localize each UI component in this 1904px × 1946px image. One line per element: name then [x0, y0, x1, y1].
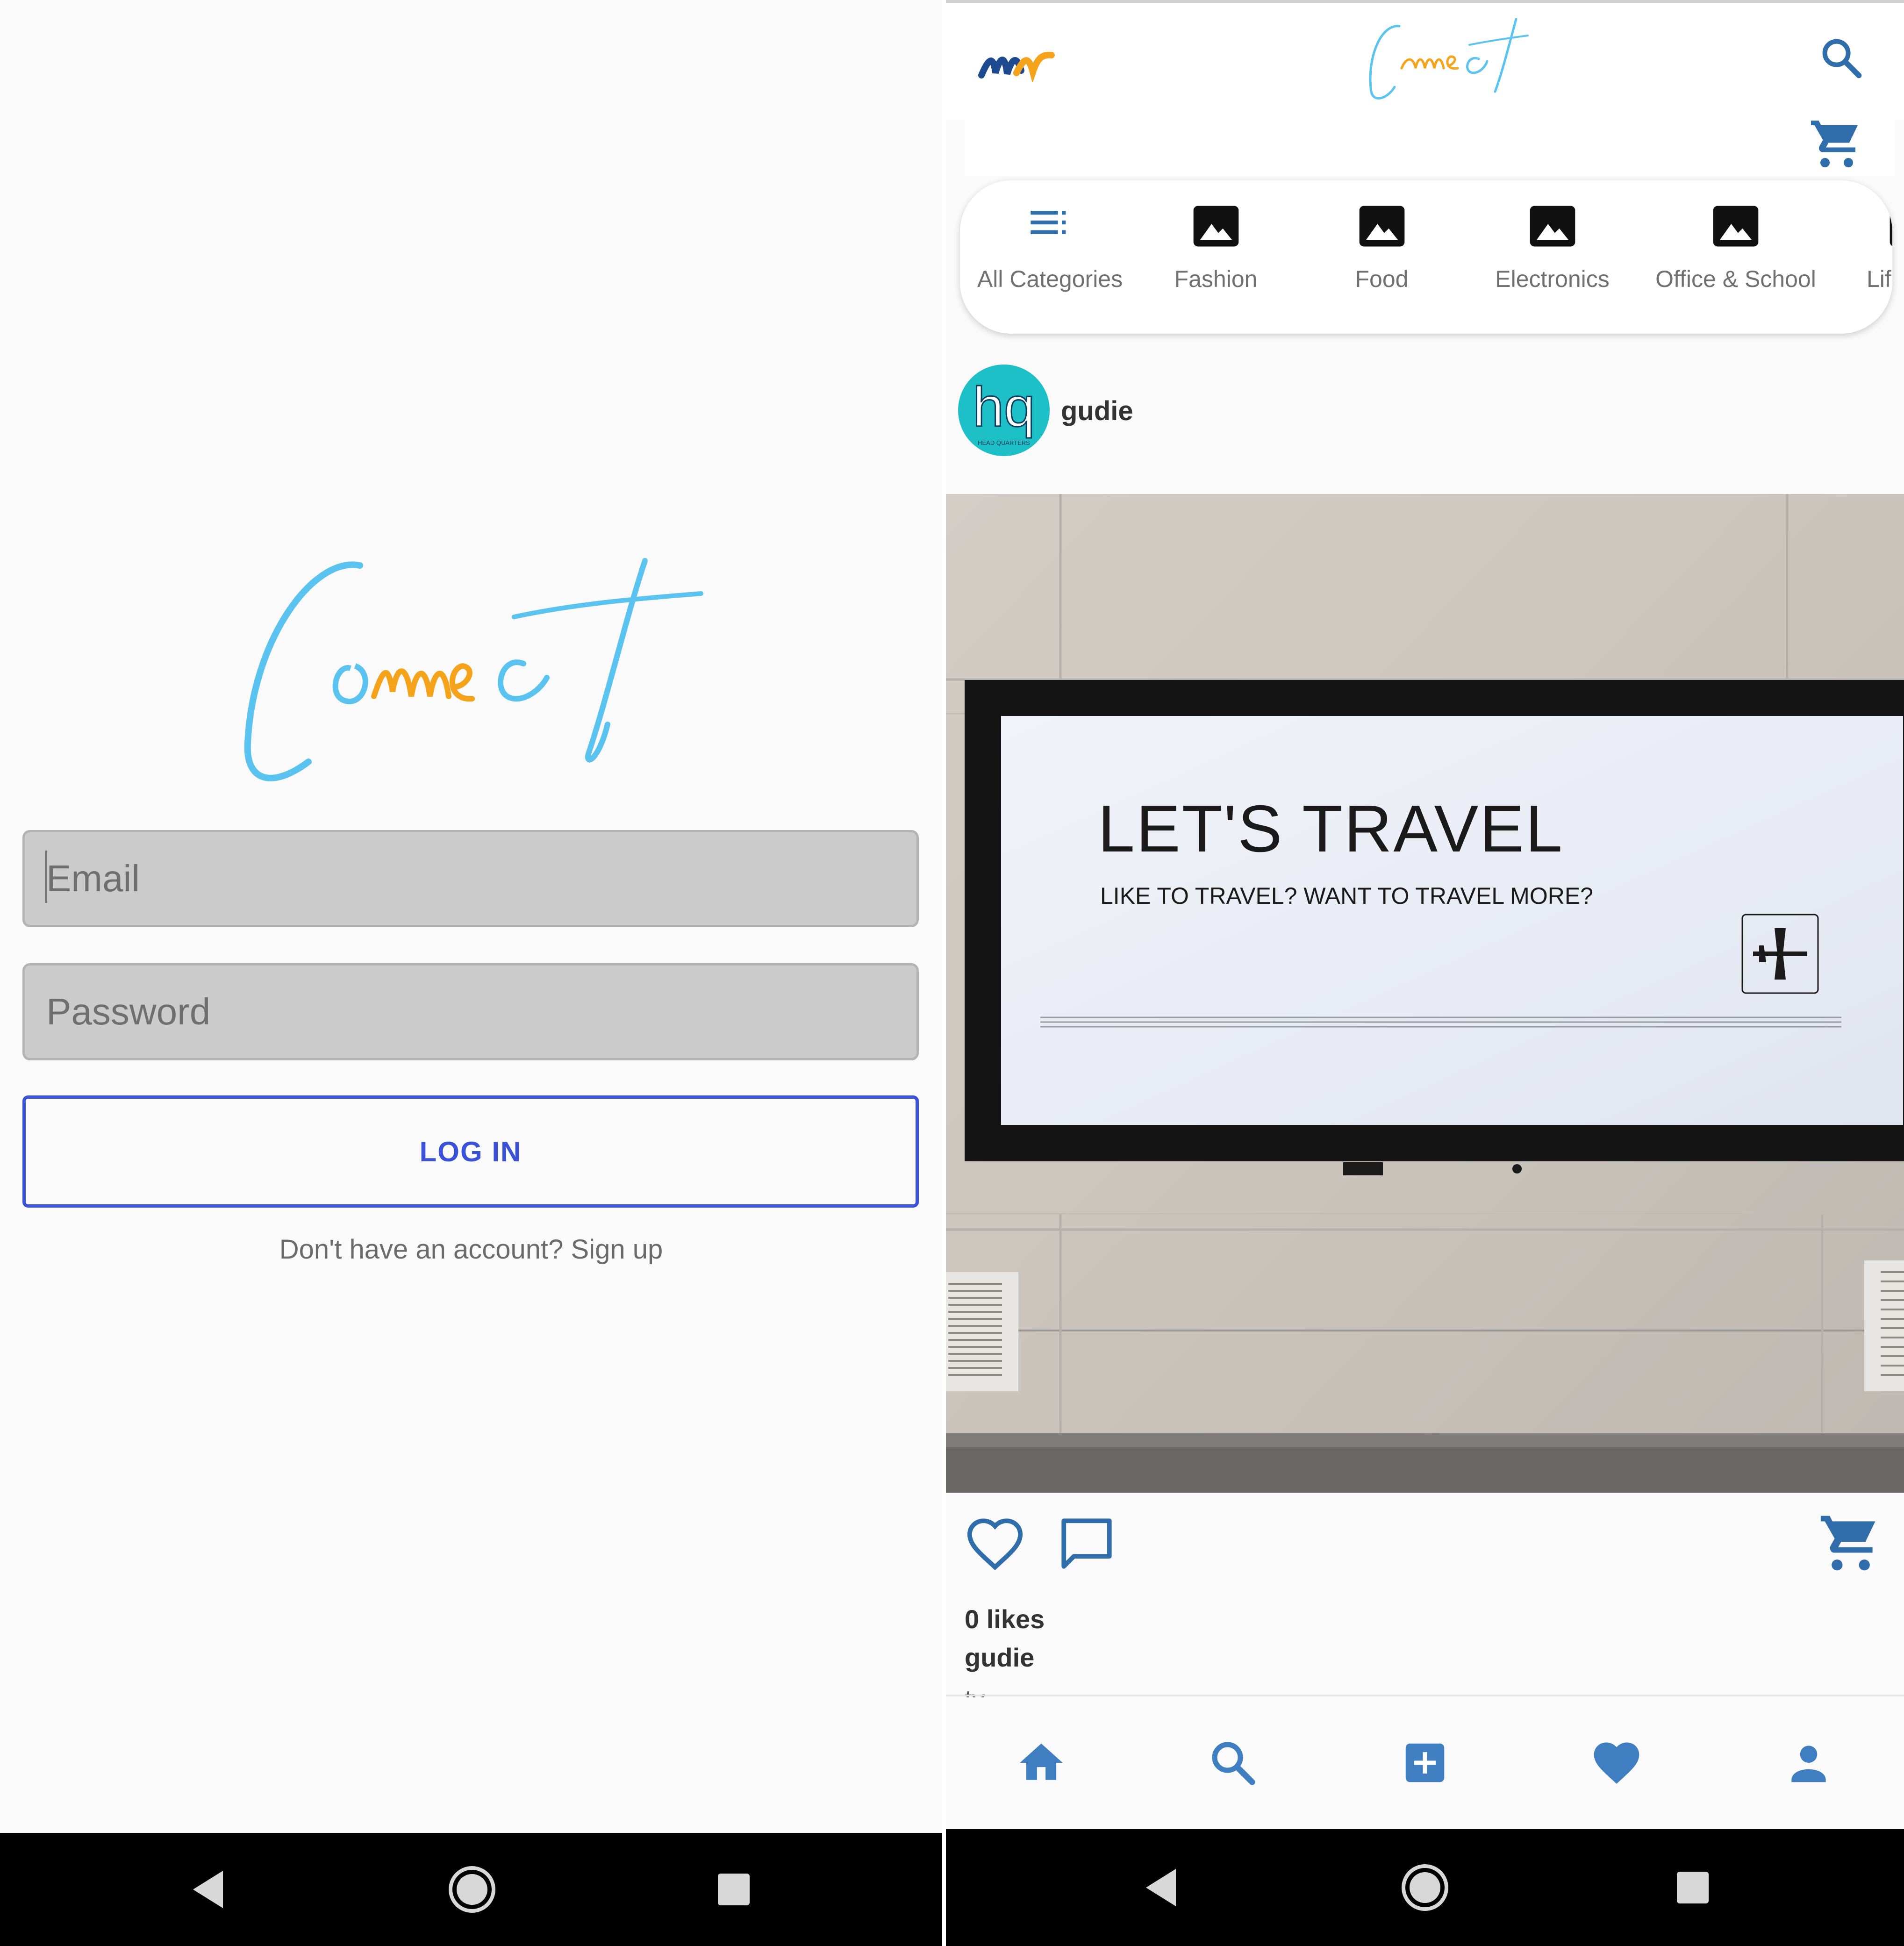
text-caret [45, 851, 47, 903]
image-icon [1359, 206, 1404, 247]
bottom-nav [946, 1697, 1904, 1829]
nav-add-post[interactable] [1388, 1725, 1462, 1800]
home-icon [1020, 1743, 1063, 1780]
nav-profile[interactable] [1771, 1725, 1846, 1800]
category-office-school[interactable]: Office & School [1642, 180, 1829, 334]
caption-username[interactable]: gudie [965, 1642, 1034, 1673]
add-box-icon [1405, 1743, 1445, 1782]
connect-logo [244, 558, 703, 781]
image-subline: LIKE TO TRAVEL? WANT TO TRAVEL MORE? [1100, 883, 1593, 909]
login-screen: LOG IN Don't have an account? Sign up [0, 0, 942, 1946]
back-icon[interactable] [178, 1833, 238, 1946]
post-cart-icon[interactable] [1818, 1510, 1883, 1576]
category-label: All Categories [977, 266, 1123, 292]
recents-icon[interactable] [1660, 1829, 1725, 1946]
password-input[interactable] [46, 990, 916, 1033]
category-bar: All Categories Fashion Food Electronics … [960, 180, 1892, 334]
image-icon [1530, 206, 1575, 247]
svg-text:hq: hq [973, 376, 1035, 438]
email-input[interactable] [46, 857, 916, 900]
svg-text:HEAD QUARTERS: HEAD QUARTERS [978, 439, 1030, 446]
category-label: Fashion [1174, 266, 1258, 292]
content-divider [946, 1695, 1904, 1696]
heart-icon [1594, 1742, 1639, 1784]
category-label: Life [1867, 266, 1892, 292]
post-username[interactable]: gudie [1061, 395, 1133, 427]
heart-outline-icon[interactable] [965, 1513, 1025, 1574]
header-toolbar [965, 120, 1895, 176]
nav-activity[interactable] [1579, 1725, 1654, 1800]
likes-count: 0 likes [965, 1604, 1045, 1634]
email-field[interactable] [22, 830, 919, 927]
brand-mark-icon[interactable] [977, 45, 1056, 82]
home-circle-icon[interactable] [1392, 1829, 1458, 1946]
image-icon [1890, 206, 1892, 246]
category-food[interactable]: Food [1306, 180, 1458, 334]
system-nav-bar [0, 1833, 942, 1946]
nav-search[interactable] [1195, 1725, 1270, 1800]
nav-home[interactable] [1004, 1725, 1079, 1800]
home-circle-icon[interactable] [439, 1833, 505, 1946]
back-icon[interactable] [1131, 1829, 1191, 1946]
avatar-logo: hq HEAD QUARTERS [972, 375, 1036, 447]
login-button[interactable]: LOG IN [22, 1095, 919, 1208]
post-photo: LET'S TRAVEL LIKE TO TRAVEL? WANT TO TRA… [946, 494, 1904, 1493]
image-icon [1193, 206, 1238, 247]
category-label: Electronics [1495, 266, 1610, 292]
category-electronics[interactable]: Electronics [1462, 180, 1642, 334]
post-image[interactable]: LET'S TRAVEL LIKE TO TRAVEL? WANT TO TRA… [946, 494, 1904, 1493]
search-icon[interactable] [1818, 35, 1865, 81]
app-header [946, 3, 1904, 120]
cart-icon[interactable] [1809, 116, 1865, 172]
header-connect-logo[interactable] [1362, 17, 1530, 106]
system-nav-bar [946, 1829, 1904, 1946]
feed-screen: All Categories Fashion Food Electronics … [946, 0, 1904, 1946]
avatar[interactable]: hq HEAD QUARTERS [958, 365, 1050, 456]
comment-icon[interactable] [1056, 1513, 1117, 1574]
category-life[interactable]: Life [1857, 180, 1892, 334]
category-all[interactable]: All Categories [969, 180, 1131, 334]
recents-icon[interactable] [701, 1833, 766, 1946]
image-icon [1713, 206, 1759, 247]
signup-link[interactable]: Don't have an account? Sign up [0, 1234, 942, 1265]
screen-divider [942, 0, 946, 1946]
category-label: Office & School [1655, 266, 1816, 292]
password-field[interactable] [22, 963, 919, 1060]
person-icon [1791, 1746, 1826, 1782]
category-label: Food [1355, 266, 1409, 292]
search-icon [1212, 1742, 1255, 1785]
category-fashion[interactable]: Fashion [1140, 180, 1292, 334]
list-icon [1030, 211, 1066, 234]
image-headline: LET'S TRAVEL [1098, 792, 1564, 866]
